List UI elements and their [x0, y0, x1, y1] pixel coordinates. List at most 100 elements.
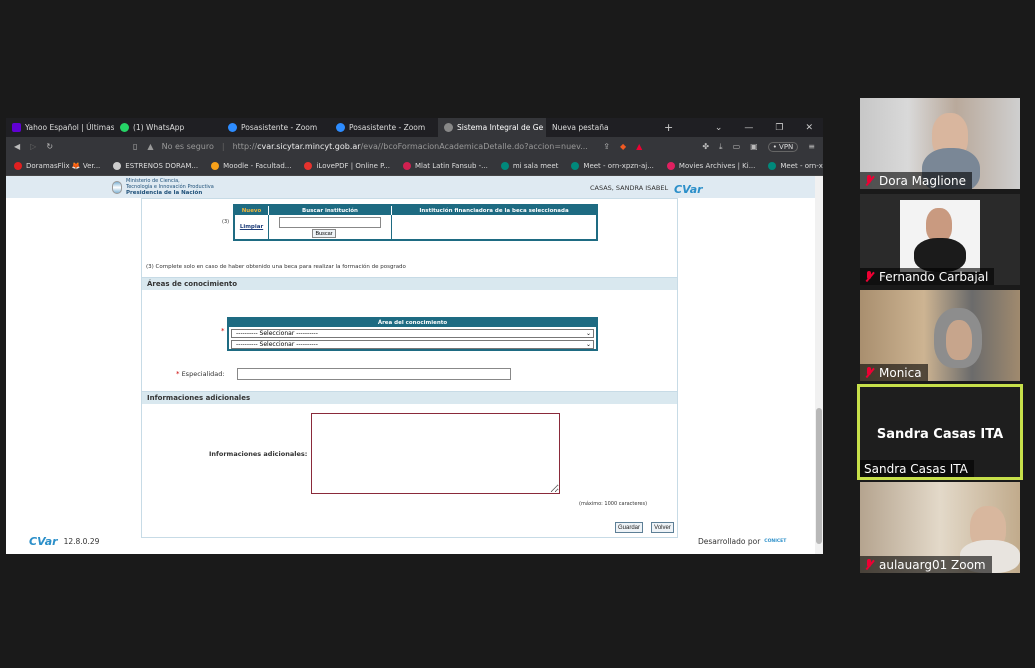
close-window-button[interactable]: ✕: [805, 123, 813, 133]
mic-muted-icon: [864, 174, 874, 187]
rewards-icon[interactable]: ▲: [636, 142, 642, 151]
participant-display-name: Sandra Casas ITA: [876, 427, 1004, 442]
tab-bar: Yahoo Español | Últimas no (1) WhatsApp …: [6, 118, 823, 137]
info-label: Informaciones adicionales:: [209, 450, 308, 458]
developed-by-label: Desarrollado por: [698, 536, 761, 546]
participant-name: Dora Maglione: [860, 172, 973, 189]
bookmark-item[interactable]: Moodle - Facultad...: [211, 161, 291, 170]
nuevo-link[interactable]: Nuevo: [235, 206, 269, 215]
developer-badge: Desarrollado por CONICET: [694, 532, 800, 550]
bookmark-icon[interactable]: ▯: [133, 142, 137, 151]
bookmark-favicon: [768, 161, 777, 170]
wallet-icon[interactable]: ▣: [750, 142, 758, 151]
address-bar: ◀ ▷ ↻ ▯ ▲ No es seguro | http://cvar.sic…: [6, 137, 823, 156]
restore-button[interactable]: ❐: [775, 123, 783, 133]
required-mark: *: [221, 327, 225, 335]
buscar-button[interactable]: Buscar: [312, 229, 336, 238]
participant-tile-dora[interactable]: Dora Maglione: [860, 98, 1020, 189]
institution-search-input[interactable]: [279, 217, 381, 228]
conicet-logo: CONICET: [764, 538, 787, 544]
bookmark-favicon: [402, 161, 411, 170]
argentina-seal-icon: [112, 180, 122, 194]
area-table-header: Área del conocimiento: [229, 319, 596, 327]
bookmark-item[interactable]: mi sala meet: [500, 161, 558, 170]
bookmark-item[interactable]: ESTRENOS DORAM...: [113, 161, 198, 170]
area-select-2[interactable]: ---------- Seleccionar ---------- ⌄: [231, 340, 594, 349]
area-select-1[interactable]: ---------- Seleccionar ---------- ⌄: [231, 329, 594, 338]
tab-label: (1) WhatsApp: [133, 123, 185, 132]
beca-institution-table: Nuevo Buscar institución Institución fin…: [233, 204, 598, 241]
whatsapp-icon: [120, 123, 129, 132]
participant-video: [914, 238, 966, 272]
bookmark-item[interactable]: iLovePDF | Online P...: [304, 161, 390, 170]
globe-icon: [444, 123, 453, 132]
tab-zoom-2[interactable]: Posasistente - Zoom: [330, 118, 438, 137]
extensions-icon[interactable]: ✤: [702, 142, 709, 151]
tab-whatsapp[interactable]: (1) WhatsApp: [114, 118, 222, 137]
mic-muted-icon: [864, 270, 874, 283]
menu-icon[interactable]: ≡: [808, 142, 815, 151]
sidebar-icon[interactable]: ▭: [733, 142, 741, 151]
note-marker: (3): [222, 219, 230, 225]
zoom-icon: [228, 123, 237, 132]
bookmark-item[interactable]: Meet - orn-xpzn-aj...: [768, 161, 823, 170]
max-chars-hint: (máximo: 1000 caracteres): [579, 501, 648, 507]
guardar-button[interactable]: Guardar: [615, 522, 643, 533]
brave-icon[interactable]: ◆: [620, 142, 626, 151]
government-logo: Ministerio de Ciencia, Tecnología e Inno…: [112, 178, 214, 196]
bookmark-favicon: [304, 161, 313, 170]
url-field[interactable]: ▲ No es seguro | http://cvar.sicytar.min…: [147, 140, 593, 154]
limpiar-link[interactable]: Limpiar: [235, 215, 269, 239]
security-label: No es seguro: [161, 142, 214, 151]
url-text: http://cvar.sicytar.mincyt.gob.ar/eva//b…: [232, 142, 588, 151]
version-badge: CVar 12.8.0.29: [19, 532, 104, 550]
share-icon[interactable]: ⇪: [603, 142, 610, 151]
area-table: Área del conocimiento ---------- Selecci…: [227, 317, 598, 351]
tab-zoom-1[interactable]: Posasistente - Zoom: [222, 118, 330, 137]
info-textarea[interactable]: [311, 413, 560, 494]
tab-nueva-pestana[interactable]: Nueva pestaña: [546, 118, 654, 137]
selected-institution-cell: [392, 215, 596, 239]
download-icon[interactable]: ⤓: [719, 142, 723, 152]
new-tab-button[interactable]: +: [654, 121, 683, 134]
tab-sistema-integral[interactable]: Sistema Integral de Ge ✕: [438, 118, 546, 137]
chevron-down-icon: ⌄: [585, 341, 591, 348]
tab-label: Sistema Integral de Ge: [457, 123, 544, 132]
user-name: CASAS, SANDRA ISABEL: [590, 184, 669, 192]
forward-icon[interactable]: ▷: [30, 142, 36, 151]
tab-label: Posasistente - Zoom: [349, 123, 426, 132]
especialidad-label: * Especialidad:: [176, 370, 225, 378]
institucion-header: Institución financiadora de la beca sele…: [419, 207, 569, 214]
participant-name: Fernando Carbajal: [860, 268, 995, 285]
scrollbar-thumb[interactable]: [816, 408, 822, 544]
bookmark-item[interactable]: Mlat Latin Fansub -...: [402, 161, 488, 170]
yahoo-icon: [12, 123, 21, 132]
bookmark-favicon: [211, 161, 220, 170]
minimize-button[interactable]: —: [744, 123, 753, 133]
tab-yahoo[interactable]: Yahoo Español | Últimas no: [6, 118, 114, 137]
bookmark-item[interactable]: Meet - orn-xpzn-aj...: [571, 161, 654, 170]
participant-tile-aulauarg[interactable]: aulauarg01 Zoom: [860, 482, 1020, 573]
volver-button[interactable]: Volver: [651, 522, 674, 533]
participant-tile-fernando[interactable]: Fernando Carbajal: [860, 194, 1020, 285]
warning-icon: ▲: [147, 142, 154, 151]
tab-search-icon[interactable]: ⌄: [715, 123, 723, 133]
cvar-logo: CVar: [674, 183, 703, 196]
participant-video: [926, 208, 952, 242]
mic-muted-icon: [864, 366, 874, 379]
areas-section-title: Áreas de conocimiento: [142, 277, 677, 290]
zoom-icon: [336, 123, 345, 132]
vpn-button[interactable]: • VPN: [767, 141, 799, 152]
window-controls: ⌄ — ❐ ✕: [715, 123, 823, 133]
participant-name: Monica: [860, 364, 928, 381]
back-icon[interactable]: ◀: [14, 142, 20, 151]
bookmark-item[interactable]: DoramasFlix 🦊 Ver...: [14, 161, 100, 170]
participant-tile-sandra-active-speaker[interactable]: Sandra Casas ITA Sandra Casas ITA: [857, 384, 1023, 480]
participant-tile-monica[interactable]: Monica: [860, 290, 1020, 381]
reload-icon[interactable]: ↻: [46, 142, 53, 151]
participant-video: [946, 320, 972, 360]
page-scrollbar[interactable]: [815, 176, 823, 554]
bookmark-item[interactable]: Movies Archives | Ki...: [666, 161, 755, 170]
especialidad-input[interactable]: [237, 368, 511, 380]
mic-muted-icon: [864, 558, 874, 571]
